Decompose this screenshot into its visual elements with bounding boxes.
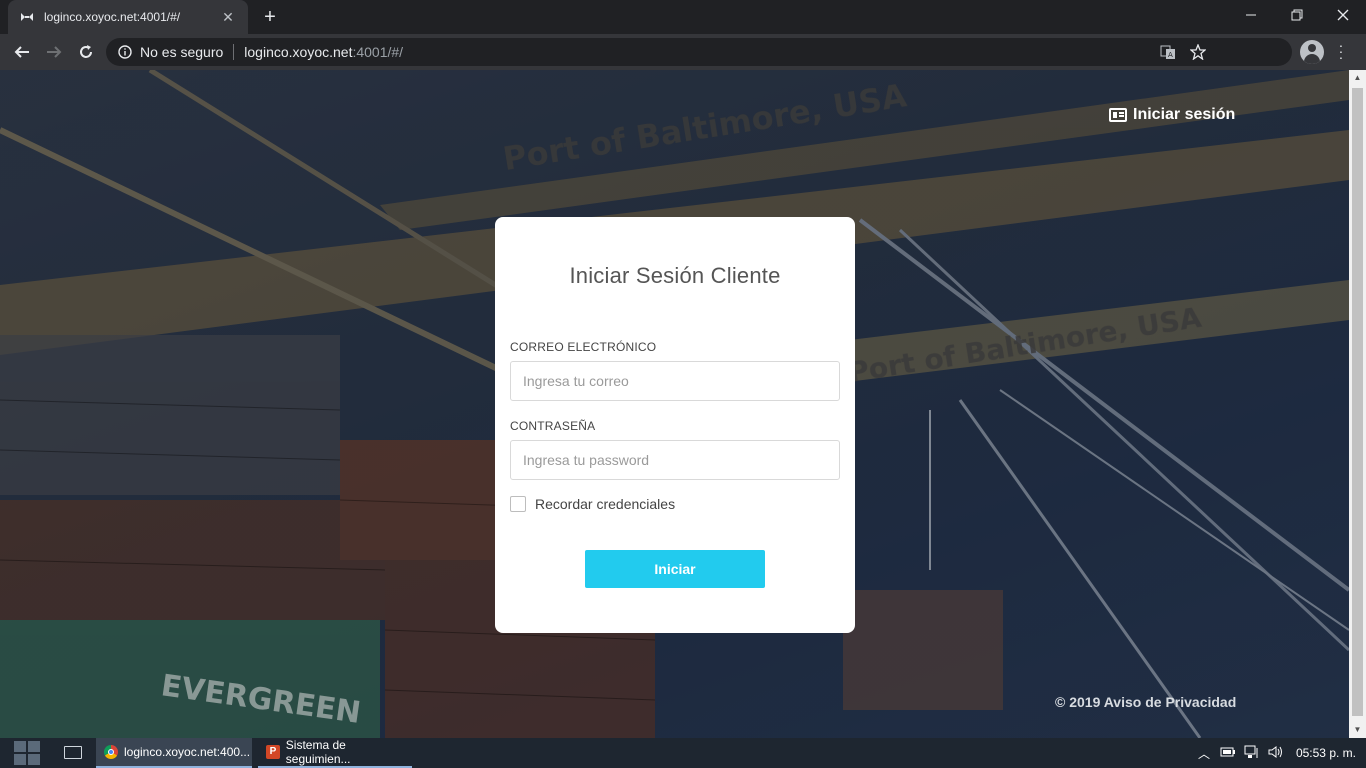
header-login-link[interactable]: Iniciar sesión <box>1109 106 1235 124</box>
back-arrow-icon[interactable] <box>10 40 34 64</box>
close-window-icon[interactable] <box>1320 0 1366 30</box>
windows-taskbar: loginco.xoyoc.net:400... P Sistema de se… <box>0 738 1366 768</box>
browser-tab-strip: loginco.xoyoc.net:4001/#/ ✕ + <box>0 0 1366 34</box>
system-tray: ︿ 05:53 p. m. <box>1194 738 1366 768</box>
url-path: :4001/#/ <box>352 44 404 60</box>
login-card: Iniciar Sesión Cliente CORREO ELECTRÓNIC… <box>495 217 855 633</box>
minimize-icon[interactable] <box>1228 0 1274 30</box>
id-card-icon <box>1109 108 1127 122</box>
scroll-down-icon[interactable]: ▼ <box>1349 722 1366 738</box>
remember-checkbox[interactable] <box>510 496 526 512</box>
remember-label: Recordar credenciales <box>535 496 676 512</box>
url-host: loginco.xoyoc.net <box>244 44 353 60</box>
taskbar-item-chrome[interactable]: loginco.xoyoc.net:400... <box>96 738 252 768</box>
taskbar-clock[interactable]: 05:53 p. m. <box>1296 746 1356 760</box>
forward-arrow-icon[interactable] <box>42 40 66 64</box>
new-tab-button[interactable]: + <box>260 6 280 28</box>
tab-close-icon[interactable]: ✕ <box>220 9 236 26</box>
tab-title: loginco.xoyoc.net:4001/#/ <box>44 10 181 24</box>
password-field[interactable] <box>510 440 840 480</box>
svg-text:A: A <box>1168 51 1173 59</box>
password-label: CONTRASEÑA <box>510 419 596 433</box>
bookmark-star-icon[interactable] <box>1189 43 1207 63</box>
start-menu-icon[interactable] <box>14 741 40 765</box>
task-view-icon[interactable] <box>64 746 82 759</box>
email-label: CORREO ELECTRÓNICO <box>510 340 657 354</box>
address-separator <box>233 44 235 60</box>
volume-icon[interactable] <box>1266 745 1286 762</box>
powerpoint-icon: P <box>266 745 280 759</box>
restore-icon[interactable] <box>1274 0 1320 30</box>
tray-expand-icon[interactable]: ︿ <box>1194 745 1214 762</box>
scrollbar-thumb[interactable] <box>1352 88 1363 716</box>
taskbar-item-label: Sistema de seguimien... <box>285 738 351 766</box>
scroll-up-icon[interactable]: ▲ <box>1349 70 1366 86</box>
profile-avatar-icon[interactable] <box>1300 40 1324 64</box>
info-icon[interactable] <box>118 45 132 59</box>
battery-icon[interactable] <box>1218 746 1238 760</box>
email-field[interactable] <box>510 361 840 401</box>
privacy-notice-link[interactable]: © 2019 Aviso de Privacidad <box>1055 694 1236 710</box>
page-background: Port of Baltimore, USA Port of Baltimore… <box>0 70 1349 738</box>
taskbar-item-label: loginco.xoyoc.net:400... <box>124 745 251 759</box>
browser-tab[interactable]: loginco.xoyoc.net:4001/#/ ✕ <box>8 0 248 34</box>
security-label[interactable]: No es seguro <box>140 44 223 60</box>
address-bar[interactable]: No es seguro loginco.xoyoc.net:4001/#/ A <box>106 38 1292 66</box>
login-submit-button[interactable]: Iniciar <box>585 550 765 588</box>
browser-menu-icon[interactable]: · · · <box>1336 38 1346 64</box>
chrome-icon <box>104 745 118 759</box>
login-title: Iniciar Sesión Cliente <box>569 263 781 288</box>
page-scrollbar[interactable]: ▲ ▼ <box>1349 70 1366 738</box>
remember-credentials[interactable]: Recordar credenciales <box>510 496 675 512</box>
header-login-label: Iniciar sesión <box>1133 106 1236 123</box>
network-icon[interactable] <box>1242 745 1262 762</box>
site-favicon-icon <box>20 10 34 24</box>
taskbar-item-powerpoint[interactable]: P Sistema de seguimien... <box>258 738 412 768</box>
translate-icon[interactable]: A <box>1160 44 1176 63</box>
browser-toolbar: No es seguro loginco.xoyoc.net:4001/#/ A… <box>0 34 1366 71</box>
reload-icon[interactable] <box>74 40 98 64</box>
